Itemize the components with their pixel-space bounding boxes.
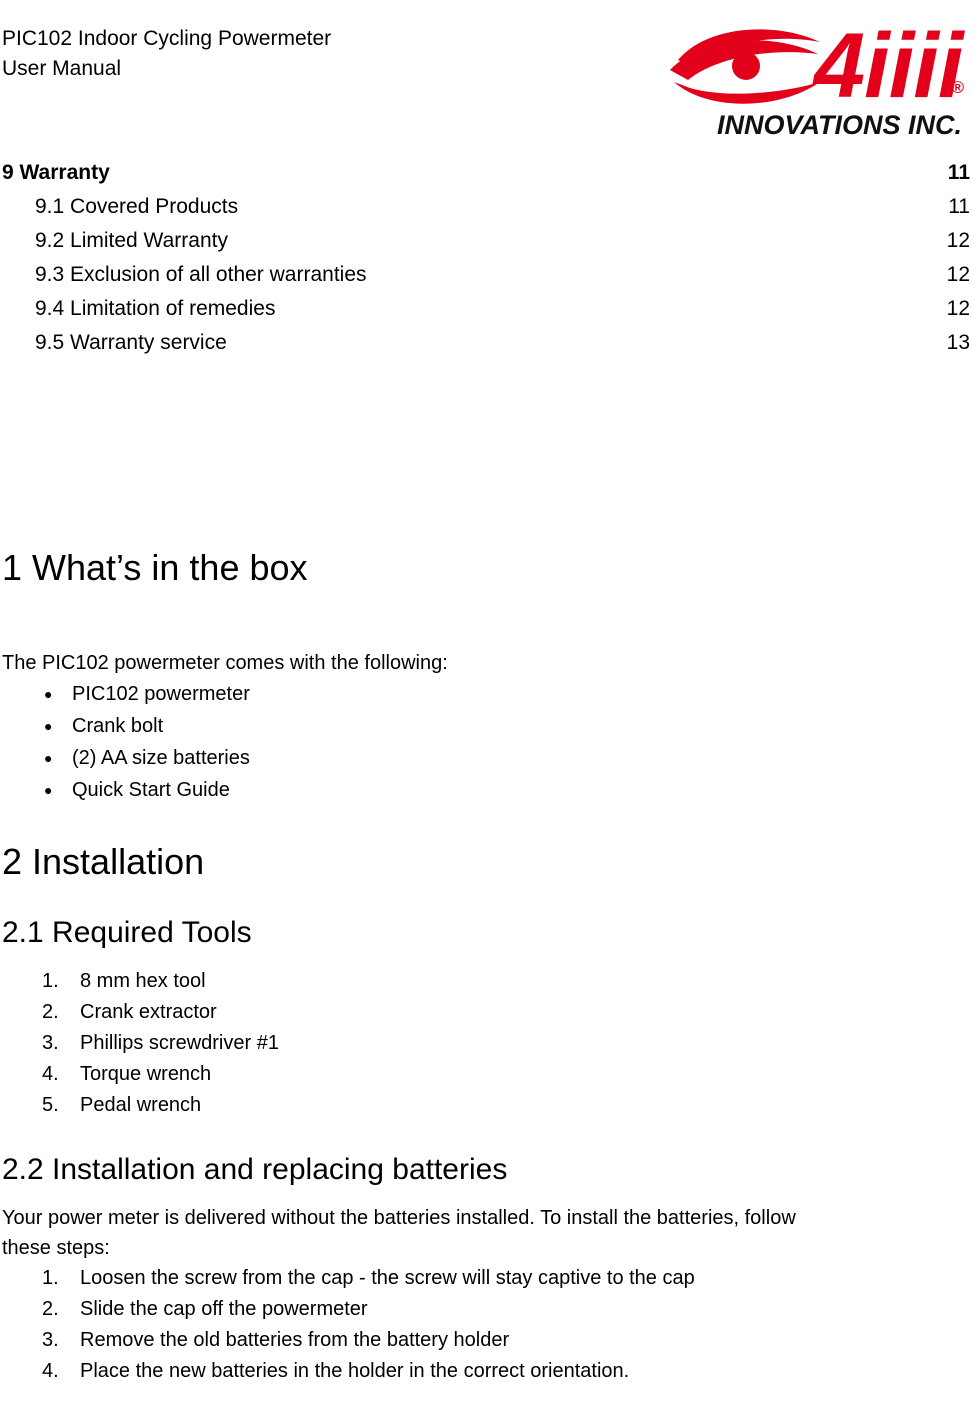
toc-entry-page: 12 (946, 297, 970, 320)
logo-tagline: INNOVATIONS INC. (716, 110, 962, 140)
required-tools-list: 8 mm hex tool Crank extractor Phillips s… (2, 966, 970, 1121)
toc-entry-label: 9.4 Limitation of remedies (35, 297, 276, 320)
toc-entry[interactable]: 9 Warranty 11 (2, 156, 970, 190)
whats-in-the-box-list: PIC102 powermeter Crank bolt (2) AA size… (2, 678, 970, 806)
toc-entry[interactable]: 9.2 Limited Warranty 12 (2, 224, 970, 258)
document-header: PIC102 Indoor Cycling Powermeter User Ma… (2, 0, 970, 140)
document-page: PIC102 Indoor Cycling Powermeter User Ma… (0, 0, 974, 1412)
list-item: Crank bolt (2, 710, 970, 742)
replacing-batteries-steps: Loosen the screw from the cap - the scre… (2, 1263, 970, 1387)
toc-entry-label: 9.1 Covered Products (35, 195, 239, 218)
toc-entry-page: 11 (947, 161, 970, 184)
list-item: Quick Start Guide (2, 774, 970, 806)
heading-required-tools: 2.1 Required Tools (2, 916, 252, 949)
toc-entry-page: 13 (946, 331, 970, 354)
toc-entry-page: 12 (946, 263, 970, 286)
toc-entry[interactable]: 9.3 Exclusion of all other warranties 12 (2, 258, 970, 292)
heading-replacing-batteries: 2.2 Installation and replacing batteries (2, 1153, 508, 1186)
heading-installation: 2 Installation (2, 841, 205, 882)
list-item: Remove the old batteries from the batter… (42, 1325, 510, 1356)
toc-entry[interactable]: 9.1 Covered Products 11 (2, 190, 970, 224)
document-title: PIC102 Indoor Cycling Powermeter User Ma… (2, 24, 331, 84)
document-title-line-1: PIC102 Indoor Cycling Powermeter (2, 27, 332, 50)
toc-entry-label: 9.2 Limited Warranty (35, 229, 228, 252)
eye-logo-icon (670, 29, 820, 104)
toc-entry-page: 11 (948, 195, 970, 218)
replacing-batteries-intro-line-1: Your power meter is delivered without th… (2, 1207, 796, 1229)
replacing-batteries-intro-line-2: these steps: (2, 1237, 110, 1259)
logo-wordmark: 4iiii (814, 15, 963, 117)
registered-trademark-icon: ® (951, 78, 964, 97)
toc-entry[interactable]: 9.4 Limitation of remedies 12 (2, 292, 970, 326)
logo-mark-row: 4iiii ® (654, 20, 966, 112)
document-title-line-2: User Manual (2, 57, 122, 80)
list-item: 8 mm hex tool (42, 966, 206, 997)
list-item: Torque wrench (42, 1059, 212, 1090)
whats-in-the-box-intro: The PIC102 powermeter comes with the fol… (2, 652, 448, 674)
company-logo: 4iiii ® INNOVATIONS INC. (654, 20, 966, 146)
toc-entry-label: 9 Warranty (2, 161, 110, 184)
toc-entry-page: 12 (946, 229, 970, 252)
toc-entry-label: 9.3 Exclusion of all other warranties (35, 263, 367, 286)
list-item: PIC102 powermeter (2, 678, 970, 710)
list-item: Crank extractor (42, 997, 217, 1028)
list-item: Place the new batteries in the holder in… (42, 1356, 630, 1387)
toc-entry[interactable]: 9.5 Warranty service 13 (2, 326, 970, 360)
list-item: Pedal wrench (42, 1090, 202, 1121)
list-item: Loosen the screw from the cap - the scre… (42, 1263, 695, 1294)
heading-whats-in-the-box: 1 What’s in the box (2, 547, 308, 588)
list-item: Slide the cap off the powermeter (42, 1294, 368, 1325)
list-item: (2) AA size batteries (2, 742, 970, 774)
table-of-contents: 9 Warranty 11 9.1 Covered Products 11 9.… (2, 156, 970, 360)
list-item: Phillips screwdriver #1 (42, 1028, 279, 1059)
toc-entry-label: 9.5 Warranty service (35, 331, 227, 354)
